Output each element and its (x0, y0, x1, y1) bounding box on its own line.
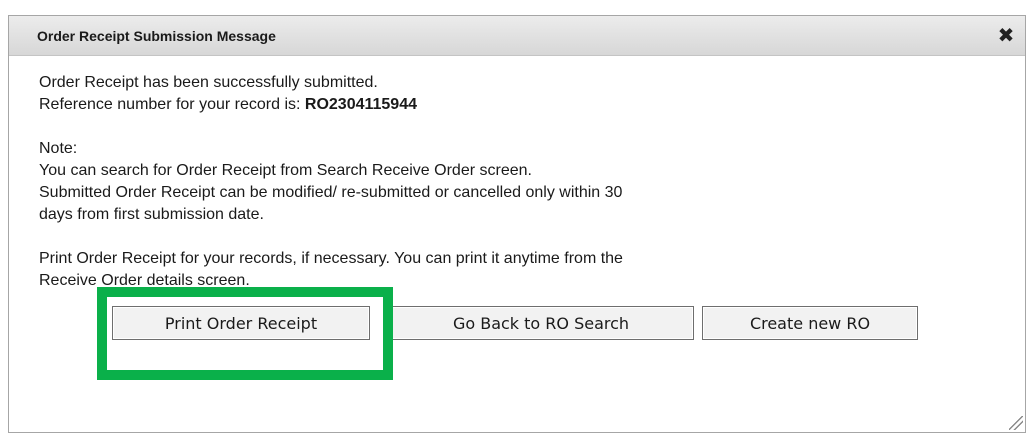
reference-number: RO2304115944 (304, 96, 417, 113)
note-line-1: You can search for Order Receipt from Se… (39, 162, 532, 179)
page: Order Receipt Submission Message ✖ Order… (0, 0, 1026, 437)
success-message: Order Receipt has been successfully subm… (39, 74, 378, 91)
close-icon[interactable]: ✖ (995, 25, 1017, 47)
note-line-2: Submitted Order Receipt can be modified/… (39, 184, 623, 201)
dialog-title: Order Receipt Submission Message (37, 28, 276, 44)
create-new-ro-button[interactable]: Create new RO (702, 306, 918, 340)
print-order-receipt-button[interactable]: Print Order Receipt (112, 306, 370, 340)
print-info-line-2: Receive Order details screen. (39, 272, 250, 289)
note-line-3: days from first submission date. (39, 206, 264, 223)
go-back-to-ro-search-button[interactable]: Go Back to RO Search (388, 306, 694, 340)
reference-line: Reference number for your record is: RO2… (39, 94, 999, 116)
dialog-titlebar[interactable]: Order Receipt Submission Message ✖ (9, 16, 1025, 56)
dialog-content: Order Receipt has been successfully subm… (39, 72, 999, 292)
reference-label: Reference number for your record is: (39, 96, 305, 113)
print-info-line-1: Print Order Receipt for your records, if… (39, 250, 623, 267)
submission-dialog: Order Receipt Submission Message ✖ Order… (8, 15, 1026, 433)
resize-grip-icon[interactable] (1009, 416, 1023, 430)
note-label: Note: (39, 140, 78, 157)
